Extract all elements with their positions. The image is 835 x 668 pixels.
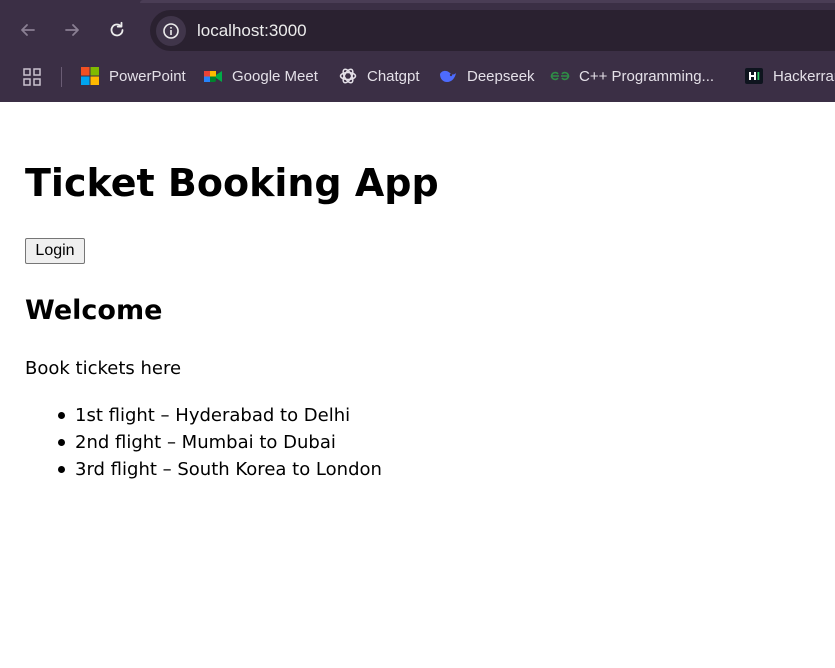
flight-item-text: 1st flight – Hyderabad to Delhi	[75, 405, 351, 426]
reload-button[interactable]	[101, 14, 133, 46]
flight-item-text: 3rd flight – South Korea to London	[75, 459, 382, 480]
address-bar-url[interactable]: localhost:3000	[197, 21, 307, 41]
list-bullet	[58, 439, 65, 446]
bookmark-deepseek[interactable]: Deepseek	[438, 64, 535, 88]
info-icon	[163, 23, 179, 39]
site-info-button[interactable]	[156, 16, 186, 46]
bookmark-label: Google Meet	[232, 67, 318, 85]
bookmark-label: Deepseek	[467, 67, 535, 85]
intro-text: Book tickets here	[25, 358, 182, 379]
list-bullet	[58, 466, 65, 473]
bookmark-label: Hackerrank	[773, 67, 835, 85]
list-bullet	[58, 412, 65, 419]
arrow-right-icon	[65, 24, 79, 36]
forward-button[interactable]	[56, 14, 88, 46]
chatgpt-icon	[338, 66, 358, 86]
bookmark-chatgpt[interactable]: Chatgpt	[338, 64, 420, 88]
deepseek-icon	[438, 66, 458, 86]
page-title: Ticket Booking App	[25, 161, 439, 205]
bookmark-label: C++ Programming...	[579, 67, 715, 85]
back-button[interactable]	[12, 14, 44, 46]
bookmark-powerpoint[interactable]: PowerPoint	[80, 64, 186, 88]
flight-item: 3rd flight – South Korea to London	[25, 458, 382, 485]
arrow-left-icon	[21, 24, 35, 36]
bookmarks-separator	[61, 67, 62, 87]
powerpoint-icon	[80, 66, 100, 86]
flight-item: 2nd flight – Mumbai to Dubai	[25, 431, 382, 458]
flight-list: 1st flight – Hyderabad to Delhi 2nd flig…	[25, 404, 382, 485]
reload-icon	[110, 21, 124, 37]
hackerrank-icon	[744, 66, 764, 86]
bookmark-cpp-programming[interactable]: C++ Programming...	[550, 64, 714, 88]
page-content: Ticket Booking App Login Welcome Book ti…	[0, 102, 835, 668]
bookmark-label: Chatgpt	[367, 67, 420, 85]
address-bar[interactable]: localhost:3000	[150, 10, 835, 51]
welcome-heading: Welcome	[25, 295, 163, 326]
google-meet-icon	[203, 66, 223, 86]
login-button[interactable]: Login	[25, 238, 85, 264]
geeksforgeeks-icon	[550, 66, 570, 86]
browser-toolbar: localhost:3000	[0, 6, 835, 54]
bookmark-hackerrank[interactable]: Hackerrank	[744, 64, 835, 88]
bookmarks-bar: PowerPoint Google Meet Chatgpt Deepseek …	[0, 58, 835, 96]
apps-grid-icon[interactable]	[22, 67, 42, 87]
tab-strip-edge	[140, 0, 835, 3]
bookmark-label: PowerPoint	[109, 67, 186, 85]
flight-item-text: 2nd flight – Mumbai to Dubai	[75, 432, 336, 453]
flight-item: 1st flight – Hyderabad to Delhi	[25, 404, 382, 431]
browser-chrome: localhost:3000 PowerPoint Google Meet Ch…	[0, 0, 835, 102]
bookmark-google-meet[interactable]: Google Meet	[203, 64, 318, 88]
